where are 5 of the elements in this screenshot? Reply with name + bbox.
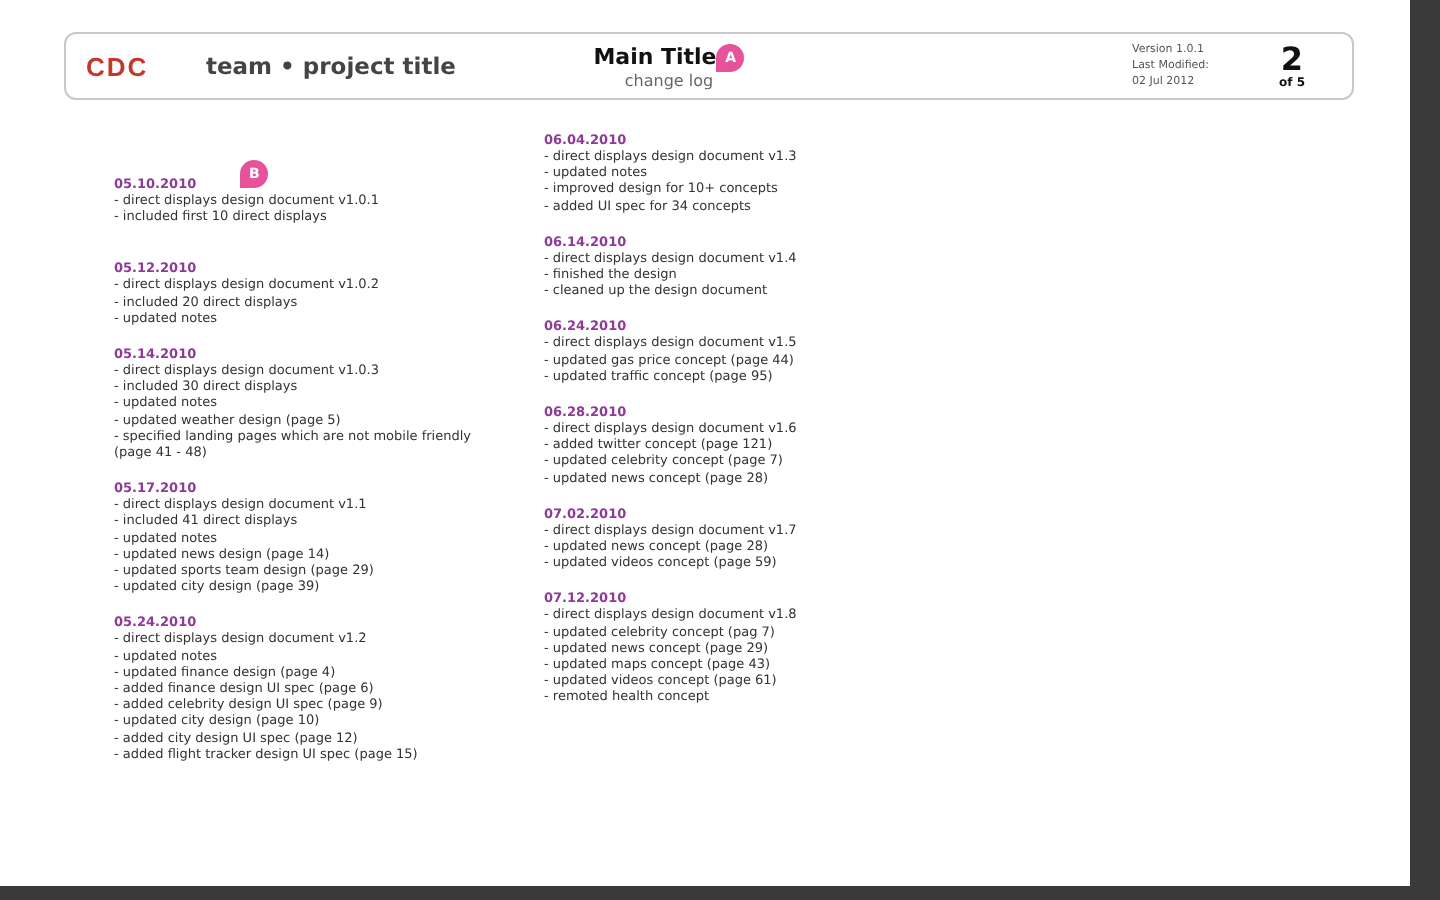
- project-title: team • project title: [206, 52, 458, 80]
- logo: CDC: [86, 51, 151, 81]
- subtitle: change log: [624, 71, 714, 89]
- page-number: 2: [1280, 43, 1304, 75]
- main-title: Main Title: [593, 44, 717, 70]
